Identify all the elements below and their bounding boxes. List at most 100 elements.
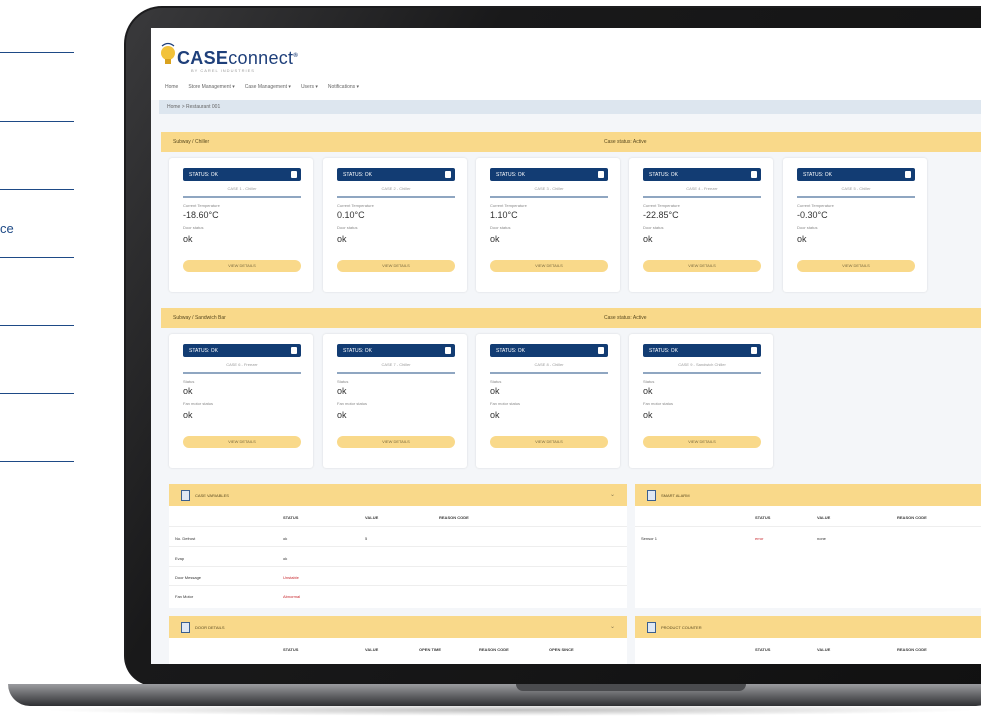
view-details-button[interactable]: VIEW DETAILS [337, 260, 455, 272]
card-status-header: STATUS: OK [490, 168, 608, 181]
section-title: Subway / Sandwich Bar [173, 315, 226, 321]
menu-icon[interactable] [598, 171, 604, 178]
nav-store-management[interactable]: Store Management ▾ [188, 84, 234, 90]
column-header: VALUE [817, 647, 831, 652]
panel-header: CASE VARIABLES ⌄ [169, 484, 627, 506]
view-details-button[interactable]: VIEW DETAILS [337, 436, 455, 448]
panel-title: PRODUCT COUNTER [661, 625, 702, 630]
case-card: STATUS: OK CASE 9 - Sandwich Chiller Sta… [629, 334, 773, 468]
laptop-screen: CASEconnect® BY CAREL INDUSTRIES Home St… [151, 28, 981, 664]
case-variables-panel: CASE VARIABLES ⌄ STATUS VALUE REASON COD… [169, 484, 627, 608]
table-cell: No. Defrost [175, 536, 196, 541]
row-divider [635, 526, 981, 527]
panel-header: DOOR DETAILS ⌄ [169, 616, 627, 638]
row-divider [169, 566, 627, 567]
view-details-button[interactable]: VIEW DETAILS [643, 260, 761, 272]
card-key: Fan motor status [490, 401, 521, 406]
logo-tm: ® [293, 53, 299, 59]
app-logo[interactable]: CASEconnect® [177, 48, 298, 69]
case-card: STATUS: OK CASE 4 - Freezer Current Temp… [629, 158, 773, 292]
breadcrumb[interactable]: Home > Restaurant 001 [167, 104, 220, 110]
card-subtitle: CASE 4 - Freezer [686, 186, 718, 191]
card-key: Fan motor status [337, 401, 368, 406]
card-key: Door status [337, 225, 358, 230]
menu-icon[interactable] [751, 171, 757, 178]
case-card: STATUS: OK CASE 8 - Chiller Status ok Fa… [476, 334, 620, 468]
card-subtitle: CASE 9 - Sandwich Chiller [678, 362, 726, 367]
view-details-button[interactable]: VIEW DETAILS [183, 436, 301, 448]
column-header: VALUE [817, 515, 831, 520]
panel-title: DOOR DETAILS [195, 625, 225, 630]
card-value: ok [337, 410, 347, 420]
breadcrumb-bar: Home > Restaurant 001 [159, 100, 981, 114]
card-rule [643, 196, 761, 198]
card-value: ok [643, 234, 653, 244]
card-rule [490, 372, 608, 374]
alarm-icon [647, 490, 656, 501]
menu-icon[interactable] [751, 347, 757, 354]
logo-tagline: BY CAREL INDUSTRIES [191, 68, 255, 73]
card-subtitle: CASE 8 - Chiller [534, 362, 564, 367]
card-key: Status [183, 379, 195, 384]
section-header-chiller: Subway / Chiller Case status: Active [161, 132, 981, 152]
card-key: Current Temperature [643, 203, 680, 208]
nav-case-management[interactable]: Case Management ▾ [245, 84, 291, 90]
card-key: Current Temperature [797, 203, 834, 208]
card-value: ok [490, 386, 500, 396]
chevron-down-icon[interactable]: ⌄ [610, 491, 615, 498]
card-value: ok [490, 234, 500, 244]
section-status: Case status: Active [604, 139, 647, 145]
view-details-button[interactable]: VIEW DETAILS [490, 436, 608, 448]
menu-icon[interactable] [445, 171, 451, 178]
column-header: OPEN TIME [419, 647, 442, 652]
menu-icon[interactable] [445, 347, 451, 354]
card-key: Door status [643, 225, 664, 230]
menu-icon[interactable] [905, 171, 911, 178]
card-key: Status [337, 379, 349, 384]
card-value: ok [643, 386, 653, 396]
view-details-button[interactable]: VIEW DETAILS [183, 260, 301, 272]
card-value: ok [337, 386, 347, 396]
card-rule [490, 196, 608, 198]
card-rule [183, 196, 301, 198]
card-key: Door status [183, 225, 204, 230]
menu-icon[interactable] [291, 347, 297, 354]
card-value: -22.85°C [643, 210, 679, 220]
card-status-header: STATUS: OK [797, 168, 915, 181]
counter-icon [647, 622, 656, 633]
divider-line [0, 461, 74, 462]
table-cell: Abnormal [283, 594, 301, 599]
card-status-header: STATUS: OK [337, 168, 455, 181]
nav-notifications[interactable]: Notifications ▾ [328, 84, 359, 90]
column-header: REASON CODE [439, 515, 469, 520]
case-card: STATUS: OK CASE 3 - Chiller Current Temp… [476, 158, 620, 292]
card-value: -0.30°C [797, 210, 828, 220]
card-key: Fan motor status [643, 401, 674, 406]
divider-line [0, 257, 74, 258]
view-details-button[interactable]: VIEW DETAILS [490, 260, 608, 272]
view-details-button[interactable]: VIEW DETAILS [643, 436, 761, 448]
row-divider [169, 546, 627, 547]
card-status-label: STATUS: OK [803, 172, 832, 178]
menu-icon[interactable] [291, 171, 297, 178]
section-title: Subway / Chiller [173, 139, 210, 145]
menu-icon[interactable] [598, 347, 604, 354]
card-status-label: STATUS: OK [649, 348, 678, 354]
card-rule [337, 196, 455, 198]
card-subtitle: CASE 2 - Chiller [381, 186, 411, 191]
panel-title: CASE VARIABLES [195, 493, 229, 498]
chevron-down-icon[interactable]: ⌄ [610, 623, 615, 630]
table-cell: Fan Motor [175, 594, 194, 599]
card-value: 1.10°C [490, 210, 518, 220]
nav-users[interactable]: Users ▾ [301, 84, 318, 90]
product-counter-panel: PRODUCT COUNTER STATUS VALUE REASON CODE [635, 616, 981, 664]
view-details-button[interactable]: VIEW DETAILS [797, 260, 915, 272]
table-cell: ok [283, 536, 288, 541]
case-card: STATUS: OK CASE 6 - Freezer Status ok Fa… [169, 334, 313, 468]
nav-home[interactable]: Home [165, 84, 178, 90]
card-value: ok [183, 386, 193, 396]
card-status-header: STATUS: OK [337, 344, 455, 357]
case-card: STATUS: OK CASE 7 - Chiller Status ok Fa… [323, 334, 467, 468]
panel-title: SMART ALARM [661, 493, 690, 498]
row-divider [169, 526, 627, 527]
